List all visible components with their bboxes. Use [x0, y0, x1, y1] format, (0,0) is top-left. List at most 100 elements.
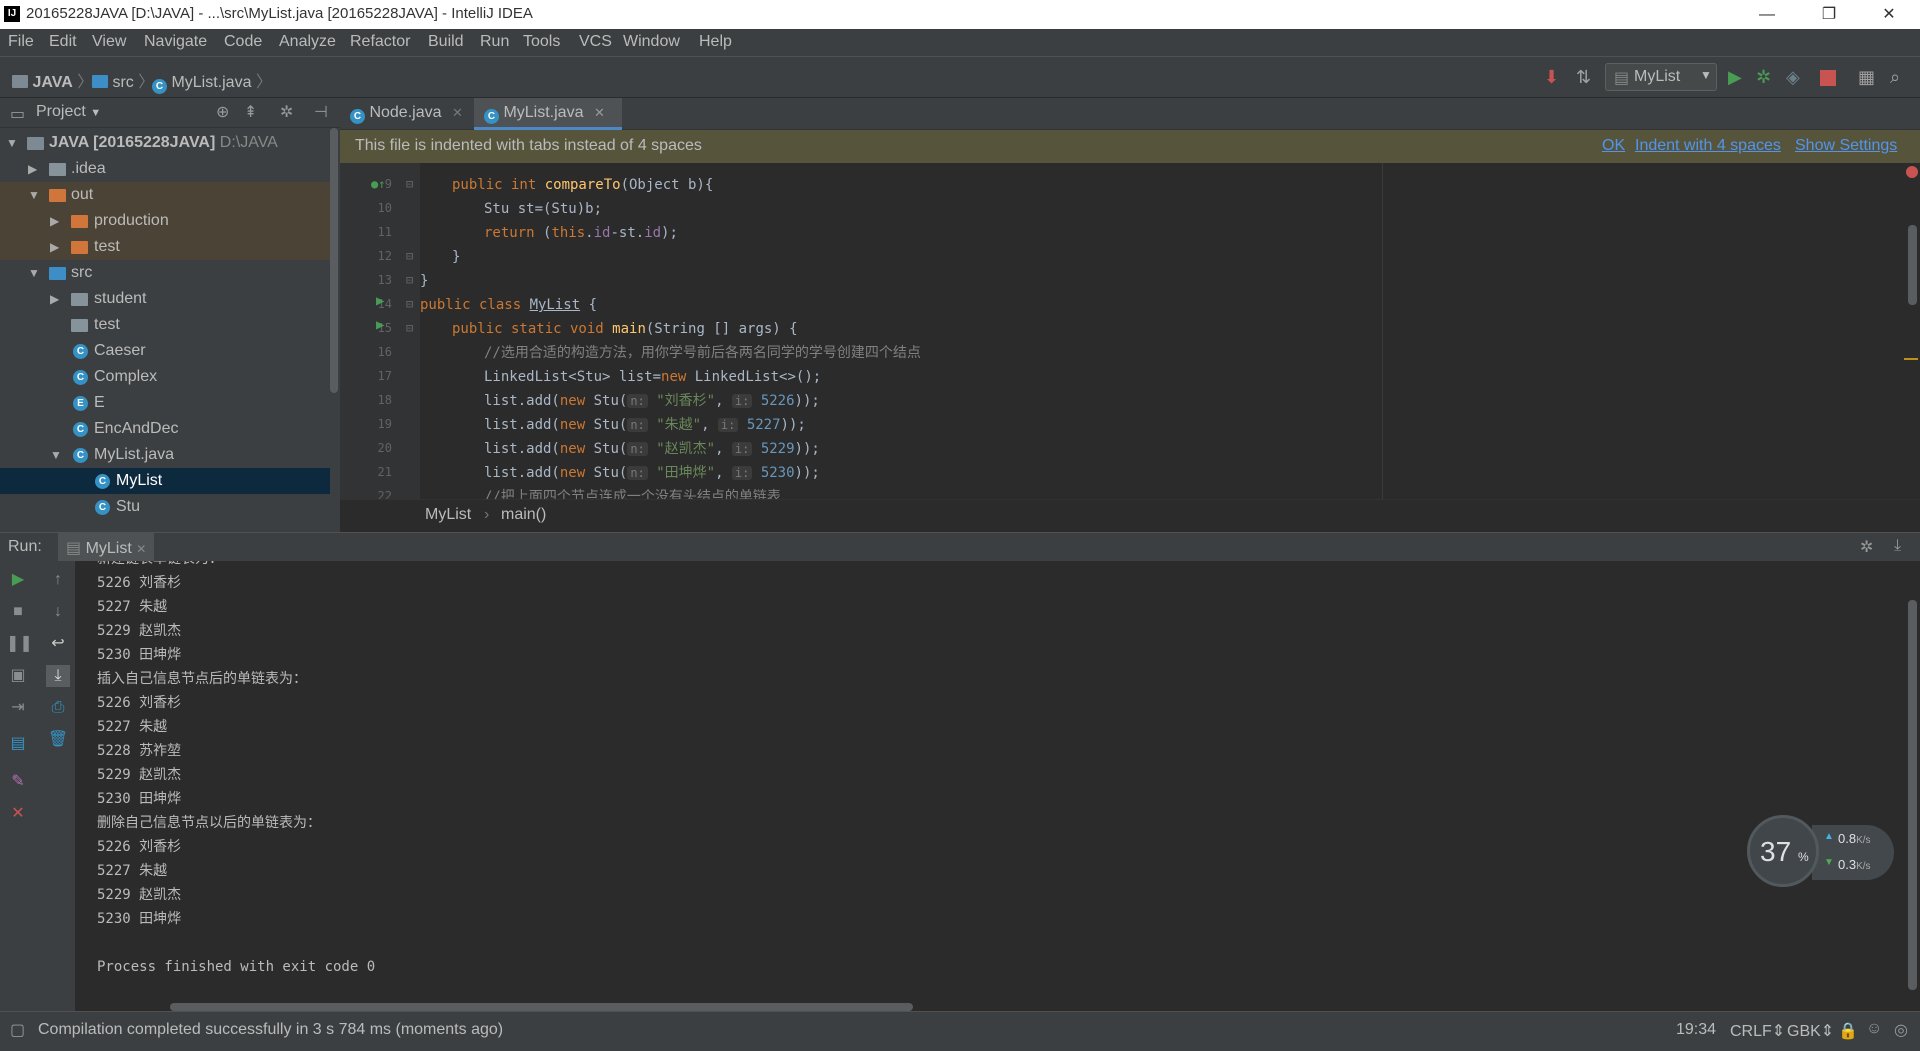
minimize-button[interactable]: —: [1744, 0, 1790, 29]
tab-node-java[interactable]: C Node.java ✕: [340, 98, 472, 130]
tree-item-encanddec[interactable]: C EncAndDec: [0, 416, 330, 442]
rerun-icon[interactable]: ▶: [6, 569, 30, 591]
close-icon[interactable]: ✕: [6, 803, 30, 825]
menu-refactor[interactable]: Refactor: [350, 33, 410, 51]
menu-edit[interactable]: Edit: [49, 33, 77, 51]
tree-item-out[interactable]: ▼ out: [0, 182, 330, 208]
tree-item-idea[interactable]: ▶ .idea: [0, 156, 330, 182]
stop-icon[interactable]: ■: [6, 601, 30, 623]
run-gutter-icon[interactable]: ▶: [376, 293, 384, 309]
override-icon[interactable]: ●↑: [371, 177, 385, 191]
scroll-to-end-icon[interactable]: ⤓: [46, 665, 70, 687]
fold-icon[interactable]: ⊟: [406, 177, 413, 191]
tree-item-caeser[interactable]: C Caeser: [0, 338, 330, 364]
banner-settings-link[interactable]: Show Settings: [1795, 137, 1897, 155]
tree-item-e[interactable]: E E: [0, 390, 330, 416]
fold-icon[interactable]: ⊟: [406, 249, 413, 263]
menu-code[interactable]: Code: [224, 33, 262, 51]
menu-analyze[interactable]: Analyze: [279, 33, 336, 51]
tool-windows-icon[interactable]: ▢: [10, 1020, 25, 1040]
run-tab-mylist[interactable]: ▤ MyList ✕: [58, 533, 155, 562]
search-icon[interactable]: ⌕: [1890, 67, 1900, 87]
console-output[interactable]: 新建链表单链表为： 5226 刘香杉 5227 朱越 5229 赵凯杰 5230…: [75, 561, 1920, 1011]
project-scrollbar[interactable]: [330, 128, 338, 393]
project-view-select[interactable]: Project ▼: [36, 103, 101, 121]
banner-indent-link[interactable]: Indent with 4 spaces: [1635, 137, 1781, 155]
fold-icon[interactable]: ⊟: [406, 297, 413, 311]
line-separator[interactable]: CRLF⇕: [1730, 1021, 1785, 1041]
menu-file[interactable]: File: [8, 33, 34, 51]
lock-icon[interactable]: 🔒: [1838, 1021, 1858, 1041]
tree-item-complex[interactable]: C Complex: [0, 364, 330, 390]
close-window-button[interactable]: ✕: [1866, 0, 1912, 29]
menu-view[interactable]: View: [92, 33, 126, 51]
tab-mylist-java[interactable]: C MyList.java ✕: [474, 98, 622, 130]
arrow-up-icon[interactable]: ↑: [46, 569, 70, 591]
pause-icon[interactable]: ❚❚: [6, 633, 33, 655]
menu-help[interactable]: Help: [699, 33, 732, 51]
locate-icon[interactable]: ⊕: [216, 102, 229, 122]
breadcrumb-file[interactable]: C MyList.java 〉: [152, 68, 272, 94]
sort-icon[interactable]: ⇅: [1576, 67, 1591, 87]
run-gutter-icon[interactable]: ▶: [376, 317, 384, 333]
menu-build[interactable]: Build: [428, 33, 464, 51]
error-indicator-icon[interactable]: [1906, 166, 1918, 178]
tree-item-src-test[interactable]: test: [0, 312, 330, 338]
hide-panel-icon[interactable]: ⊣: [314, 102, 328, 122]
breadcrumb-project[interactable]: JAVA 〉: [12, 68, 93, 92]
warning-stripe[interactable]: [1904, 358, 1918, 360]
caret-position[interactable]: 19:34: [1676, 1021, 1716, 1039]
layout-icon[interactable]: ▤: [6, 733, 30, 755]
tree-item-root[interactable]: ▼ JAVA [20165228JAVA] D:\JAVA: [0, 130, 330, 156]
hide-panel-icon[interactable]: ⤓: [1894, 537, 1901, 555]
dump-threads-icon[interactable]: ▣: [6, 665, 30, 687]
fold-icon[interactable]: ⊟: [406, 321, 413, 335]
inspector-icon[interactable]: ☺: [1866, 1020, 1882, 1038]
menu-tools[interactable]: Tools: [523, 33, 560, 51]
cpu-usage-gauge[interactable]: 37 %: [1747, 815, 1819, 887]
debug-icon[interactable]: ✲: [1756, 67, 1771, 87]
notifications-icon[interactable]: ◎: [1894, 1020, 1908, 1040]
menu-run[interactable]: Run: [480, 33, 509, 51]
tree-item-production[interactable]: ▶ production: [0, 208, 330, 234]
file-encoding[interactable]: GBK⇕: [1787, 1021, 1834, 1041]
coverage-icon[interactable]: ◈: [1786, 67, 1800, 87]
gear-icon[interactable]: ✲: [1860, 537, 1873, 557]
tree-item-student[interactable]: ▶ student: [0, 286, 330, 312]
close-tab-icon[interactable]: ✕: [136, 542, 146, 556]
soft-wrap-icon[interactable]: ↩: [46, 633, 70, 655]
menu-vcs[interactable]: VCS: [579, 33, 612, 51]
crumb-main[interactable]: main(): [501, 506, 546, 524]
console-horizontal-scrollbar[interactable]: [170, 1003, 913, 1011]
close-tab-icon[interactable]: ✕: [452, 105, 463, 120]
tree-item-stu[interactable]: C Stu: [0, 494, 330, 520]
stop-icon[interactable]: [1820, 70, 1836, 86]
console-line: 删除自己信息节点以后的单链表为：: [97, 815, 321, 831]
editor-scrollbar[interactable]: [1908, 225, 1917, 305]
arrow-down-icon[interactable]: ↓: [46, 601, 70, 623]
restore-button[interactable]: ❐: [1806, 0, 1852, 29]
collapse-icon[interactable]: ⇞: [244, 102, 257, 122]
menu-navigate[interactable]: Navigate: [144, 33, 207, 51]
pin-icon[interactable]: ✎: [6, 771, 30, 793]
tree-item-out-test[interactable]: ▶ test: [0, 234, 330, 260]
menu-window[interactable]: Window: [623, 33, 680, 51]
run-icon[interactable]: ▶: [1728, 67, 1742, 87]
code-editor[interactable]: public int compareTo(Object b){ Stu st=(…: [420, 163, 1920, 499]
fold-icon[interactable]: ⊟: [406, 273, 413, 287]
print-icon[interactable]: ⎙: [46, 697, 70, 719]
breadcrumb-src[interactable]: src 〉: [92, 68, 154, 92]
console-vertical-scrollbar[interactable]: [1908, 600, 1917, 990]
run-configuration-select[interactable]: ▤ MyList ▼: [1605, 63, 1717, 91]
project-structure-icon[interactable]: ▦: [1858, 67, 1875, 87]
close-tab-icon[interactable]: ✕: [594, 105, 605, 120]
banner-ok-link[interactable]: OK: [1602, 137, 1625, 155]
crumb-mylist[interactable]: MyList: [425, 506, 471, 524]
tree-item-mylist-class[interactable]: C MyList: [0, 468, 330, 494]
build-icon[interactable]: ⬇: [1544, 67, 1559, 87]
tree-item-mylist-java[interactable]: ▼ C MyList.java: [0, 442, 330, 468]
exit-icon[interactable]: ⇥: [6, 697, 30, 719]
tree-item-src[interactable]: ▼ src: [0, 260, 330, 286]
gear-icon[interactable]: ✲: [280, 102, 293, 122]
trash-icon[interactable]: 🗑: [46, 729, 70, 751]
